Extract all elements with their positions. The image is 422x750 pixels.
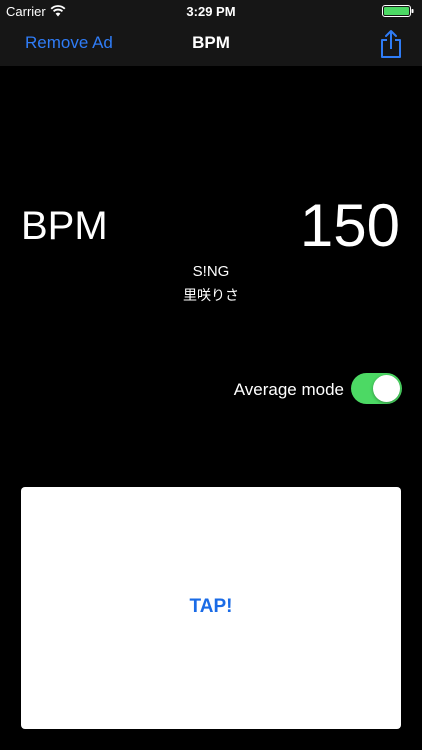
toggle-knob (373, 375, 400, 402)
status-bar: Carrier 3:29 PM (0, 0, 422, 22)
bpm-value: 150 (299, 192, 400, 259)
song-artist: 里咲りさ (183, 287, 239, 303)
average-mode-toggle[interactable] (351, 373, 402, 404)
average-mode-label: Average mode (233, 380, 344, 399)
bpm-label: BPM (21, 204, 108, 248)
nav-title: BPM (192, 33, 230, 52)
battery-icon (382, 5, 414, 17)
share-icon[interactable] (378, 29, 404, 59)
tap-button-label: TAP! (189, 596, 233, 617)
song-title: S!NG (192, 263, 230, 280)
status-time: 3:29 PM (186, 4, 236, 19)
tap-button[interactable]: TAP! (21, 487, 401, 729)
navigation-bar: Remove Ad BPM (0, 22, 422, 66)
